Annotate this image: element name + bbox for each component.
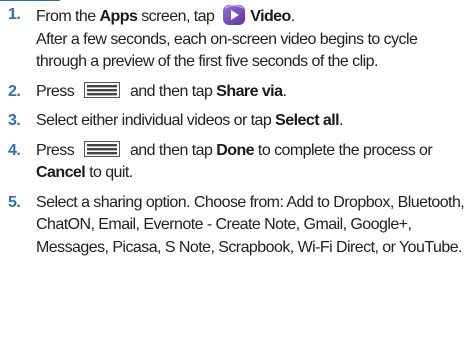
- menu-key-icon: [84, 140, 121, 157]
- step-number: 3.: [8, 112, 21, 129]
- menu-key-icon: [84, 81, 121, 98]
- step-5-instruction: Select a sharing option. Choose from: Ad…: [36, 193, 465, 256]
- step-4: 4. Press and then tap Done to complete t…: [0, 140, 471, 185]
- apps-label: Apps: [99, 8, 138, 25]
- step-2-instruction: Press and then tap Share via.: [36, 81, 287, 100]
- step-number: 2.: [8, 82, 21, 100]
- section-rule: [0, 0, 471, 1]
- share-via-label: Share via: [216, 82, 283, 100]
- step-3: 3. Select either individual videos or ta…: [0, 110, 471, 133]
- done-label: Done: [216, 141, 255, 159]
- step-number: 4.: [8, 141, 21, 159]
- video-app-icon: [222, 4, 246, 26]
- step-4-instruction: Press and then tap Done to complete the …: [36, 140, 433, 181]
- step-1-instruction: From the Apps screen, tap Video.: [36, 4, 471, 29]
- video-label: Video: [250, 8, 291, 25]
- cancel-label: Cancel: [36, 164, 86, 181]
- instruction-steps: 1. From the Apps screen, tap Video. Afte…: [0, 4, 471, 266]
- step-number: 1.: [8, 6, 21, 23]
- select-all-label: Select all: [275, 112, 340, 129]
- step-3-instruction: Select either individual videos or tap S…: [36, 112, 343, 129]
- step-2: 2. Press and then tap Share via.: [0, 81, 471, 104]
- step-1-note: After a few seconds, each on-screen vide…: [36, 30, 418, 71]
- step-1: 1. From the Apps screen, tap Video. Afte…: [0, 4, 471, 74]
- step-5: 5. Select a sharing option. Choose from:…: [0, 192, 471, 260]
- step-number: 5.: [8, 193, 21, 211]
- manual-page: 1. From the Apps screen, tap Video. Afte…: [0, 0, 471, 364]
